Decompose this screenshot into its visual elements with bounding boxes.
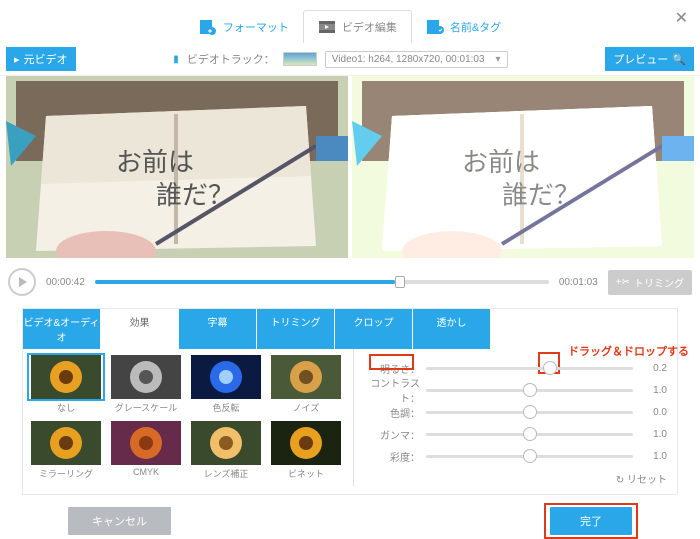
track-selector: ▮ ビデオトラック： Video1: h264, 1280x720, 00:01… <box>173 51 507 68</box>
saturation-value: 1.0 <box>639 451 667 462</box>
effect-lens[interactable]: レンズ補正 <box>187 419 265 483</box>
done-button[interactable]: 完了 <box>550 507 632 535</box>
source-video-label: ▸ 元ビデオ <box>6 47 76 71</box>
subtab-crop[interactable]: クロップ <box>335 309 413 349</box>
svg-text:お前は: お前は <box>462 148 540 177</box>
caret-icon: ▸ <box>14 53 20 66</box>
saturation-label: 彩度： <box>364 449 420 464</box>
brightness-label: 明るさ： <box>364 361 420 376</box>
tab-name-tag-label: 名前&タグ <box>450 19 501 35</box>
gamma-slider[interactable] <box>426 433 633 436</box>
contrast-slider[interactable] <box>426 389 633 392</box>
track-marker-icon: ▮ <box>173 54 179 65</box>
brightness-value: 0.2 <box>639 363 667 374</box>
scissors-icon: +✂ <box>616 277 630 288</box>
cancel-button[interactable]: キャンセル <box>68 507 171 535</box>
track-thumb <box>283 52 317 66</box>
subtab-watermark[interactable]: 透かし <box>413 309 491 349</box>
trim-button[interactable]: +✂ トリミング <box>608 270 692 295</box>
gamma-value: 1.0 <box>639 429 667 440</box>
contrast-label: コントラスト： <box>364 375 420 405</box>
preview-area: お前は 誰だ？ お前は 誰だ？ <box>0 76 700 258</box>
effect-noise[interactable]: ノイズ <box>267 353 345 417</box>
effect-none[interactable]: なし <box>27 353 105 417</box>
subtab-av[interactable]: ビデオ&オーディオ <box>23 309 101 349</box>
hue-slider[interactable] <box>426 411 633 414</box>
tab-format[interactable]: フォーマット <box>185 10 303 43</box>
effect-grayscale[interactable]: グレースケール <box>107 353 185 417</box>
preview-edited: お前は 誰だ？ <box>352 76 694 258</box>
subtab-subtitle[interactable]: 字幕 <box>179 309 257 349</box>
effect-vignette[interactable]: ビネット <box>267 419 345 483</box>
hue-label: 色調： <box>364 405 420 420</box>
effects-thumbs: なし グレースケール 色反転 ノイズ ミラーリング CMYK レンズ補正 ビネッ… <box>23 349 349 483</box>
search-icon: 🔍 <box>672 53 686 66</box>
subtab-effects[interactable]: 効果 <box>101 309 179 349</box>
hue-value: 0.0 <box>639 407 667 418</box>
top-tabs: フォーマット ビデオ編集 名前&タグ <box>0 0 700 43</box>
play-button[interactable] <box>8 268 36 296</box>
saturation-slider[interactable] <box>426 455 633 458</box>
track-dropdown[interactable]: Video1: h264, 1280x720, 00:01:03 <box>325 51 508 68</box>
track-label: ビデオトラック： <box>187 51 275 67</box>
reset-button[interactable]: ↻ リセット <box>364 471 667 486</box>
time-total: 00:01:03 <box>559 277 598 288</box>
track-row: ▸ 元ビデオ ▮ ビデオトラック： Video1: h264, 1280x720… <box>0 43 700 76</box>
effect-cmyk[interactable]: CMYK <box>107 419 185 483</box>
annotation-text: ドラッグ＆ドロップする <box>568 343 689 359</box>
effects-area: ビデオ&オーディオ 効果 字幕 トリミング クロップ 透かし なし グレースケー… <box>22 308 678 495</box>
subtab-trimming[interactable]: トリミング <box>257 309 335 349</box>
preview-original: お前は 誰だ？ <box>6 76 348 258</box>
tab-format-label: フォーマット <box>223 19 289 35</box>
progress-bar[interactable] <box>95 280 549 284</box>
close-button[interactable]: ✕ <box>675 8 688 28</box>
tab-name-tag[interactable]: 名前&タグ <box>412 10 515 43</box>
effect-mirror[interactable]: ミラーリング <box>27 419 105 483</box>
preview-button[interactable]: プレビュー 🔍 <box>605 47 694 71</box>
tab-video-edit-label: ビデオ編集 <box>342 19 397 35</box>
progress-handle[interactable] <box>395 276 405 288</box>
contrast-value: 1.0 <box>639 385 667 396</box>
tab-video-edit[interactable]: ビデオ編集 <box>303 10 412 43</box>
svg-text:お前は: お前は <box>116 148 194 177</box>
timeline: 00:00:42 00:01:03 +✂ トリミング <box>0 258 700 306</box>
sliders: ドラッグ＆ドロップする 明るさ：0.2 コントラスト：1.0 色調：0.0 ガン… <box>358 349 677 486</box>
time-current: 00:00:42 <box>46 277 85 288</box>
footer: キャンセル 完了 <box>0 495 700 535</box>
effect-invert[interactable]: 色反転 <box>187 353 265 417</box>
brightness-slider[interactable] <box>426 367 633 370</box>
gamma-label: ガンマ： <box>364 427 420 442</box>
